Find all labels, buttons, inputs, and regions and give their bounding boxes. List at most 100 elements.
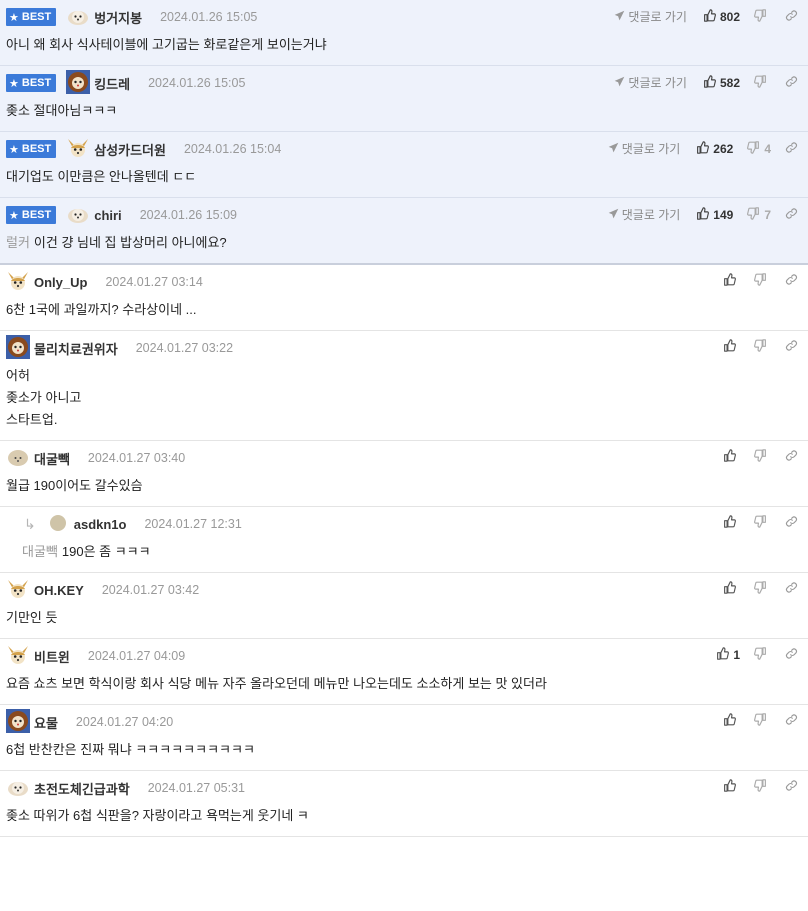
dislike-button[interactable] <box>754 339 771 355</box>
link-button[interactable] <box>785 713 798 729</box>
author-name[interactable]: 물리치료권위자 <box>34 339 118 358</box>
comment-text: 스타트업. <box>6 412 58 427</box>
like-button[interactable] <box>723 449 740 465</box>
author-name[interactable]: chiri <box>94 208 121 223</box>
go-to-comment-link[interactable]: 댓글로 가기 <box>608 206 680 223</box>
thumbs-up-icon <box>723 449 740 465</box>
author-name[interactable]: 대굴빽 <box>34 449 70 468</box>
thumbs-up-icon <box>723 515 740 531</box>
author-name[interactable]: 삼성카드더원 <box>94 140 166 159</box>
comment-text: 190은 좀 ㅋㅋㅋ <box>61 544 151 559</box>
thumbs-down-icon <box>754 515 771 531</box>
like-button[interactable]: 802 <box>703 8 740 25</box>
comment: 초전도체긴급과학 2024.01.27 05:31 좆소 따위가 6첩 식판을? 자… <box>0 771 808 837</box>
like-count: 802 <box>719 9 740 24</box>
like-button[interactable]: 262 <box>696 140 733 157</box>
star-icon: ★ <box>9 77 19 90</box>
dislike-button[interactable] <box>754 581 771 597</box>
link-button[interactable] <box>785 207 798 223</box>
link-icon <box>785 9 798 25</box>
author-name[interactable]: 킹드레 <box>94 74 130 93</box>
dislike-button[interactable] <box>754 449 771 465</box>
like-button[interactable] <box>723 713 740 729</box>
dislike-button[interactable]: 4 <box>747 140 771 157</box>
comment-text: 좆소 따위가 6첩 식판을? 자랑이라고 욕먹는게 웃기네 ㅋ <box>6 808 309 823</box>
thumbs-down-icon <box>754 8 771 25</box>
author-name[interactable]: Only_Up <box>34 275 87 290</box>
go-to-comment-link[interactable]: 댓글로 가기 <box>608 140 680 157</box>
author-name[interactable]: asdkn1o <box>74 517 127 532</box>
link-button[interactable] <box>785 75 798 91</box>
like-button[interactable]: 149 <box>696 206 733 223</box>
dislike-button[interactable] <box>754 779 771 795</box>
author-name[interactable]: 벙거지봉 <box>94 8 142 27</box>
comment-text: 월급 190이어도 갈수있슴 <box>6 478 143 493</box>
link-button[interactable] <box>785 9 798 25</box>
like-button[interactable] <box>723 581 740 597</box>
dislike-button[interactable] <box>754 713 771 729</box>
link-button[interactable] <box>785 581 798 597</box>
comment-line: 어허 <box>6 365 802 387</box>
mention[interactable]: 럴커 <box>6 235 30 250</box>
link-icon <box>785 75 798 91</box>
like-button[interactable] <box>723 515 740 531</box>
link-button[interactable] <box>785 779 798 795</box>
dislike-button[interactable] <box>754 515 771 531</box>
comment: 요물 2024.01.27 04:20 6첩 반찬칸은 진짜 뭐냐 ㅋㅋㅋㅋㅋㅋㅋㅋ… <box>0 705 808 771</box>
comment-actions <box>723 713 798 729</box>
avatar[interactable] <box>6 334 34 362</box>
avatar[interactable] <box>6 643 34 670</box>
link-icon <box>785 515 798 531</box>
dislike-button[interactable] <box>754 647 771 663</box>
link-button[interactable] <box>785 647 798 663</box>
go-to-comment-link[interactable]: 댓글로 가기 <box>614 8 687 25</box>
link-icon <box>785 141 798 157</box>
avatar[interactable] <box>66 4 94 31</box>
comment-header: 대굴빽 2024.01.27 03:40 <box>6 441 802 475</box>
go-to-comment-link[interactable]: 댓글로 가기 <box>614 74 687 91</box>
avatar[interactable] <box>6 445 34 472</box>
avatar[interactable] <box>66 202 94 229</box>
comment-body: 아니 왜 회사 식사테이블에 고기굽는 화로같은게 보이는거냐 <box>6 34 802 65</box>
avatar[interactable] <box>6 269 34 296</box>
avatar[interactable] <box>6 708 34 736</box>
comment-body: 6찬 1국에 과일까지? 수라상이네 ... <box>6 299 802 330</box>
dislike-button[interactable] <box>754 74 771 91</box>
link-button[interactable] <box>785 515 798 531</box>
avatar[interactable] <box>46 511 74 538</box>
link-icon <box>785 779 798 795</box>
like-button[interactable] <box>723 273 740 289</box>
like-button[interactable] <box>723 339 740 355</box>
dislike-button[interactable] <box>754 273 771 289</box>
link-button[interactable] <box>785 449 798 465</box>
avatar[interactable] <box>66 69 94 97</box>
author-name[interactable]: OH.KEY <box>34 583 84 598</box>
link-icon <box>785 207 798 223</box>
link-button[interactable] <box>785 273 798 289</box>
best-comment: ★ BEST 삼성카드더원 2024.01.26 15:04 댓글로 가기 262 4 대기업… <box>0 132 808 198</box>
comment-date: 2024.01.26 15:05 <box>148 76 246 90</box>
comment-actions: 1 <box>716 647 798 663</box>
author-name[interactable]: 초전도체긴급과학 <box>34 779 130 798</box>
comment-actions: 댓글로 가기 582 <box>614 74 798 91</box>
like-button[interactable]: 1 <box>716 647 740 663</box>
link-button[interactable] <box>785 141 798 157</box>
avatar[interactable] <box>66 136 94 163</box>
like-button[interactable]: 582 <box>703 74 740 91</box>
author-name[interactable]: 비트윈 <box>34 647 70 666</box>
thumbs-down-icon <box>754 74 771 91</box>
mention[interactable]: 대굴빽 <box>22 544 58 559</box>
thumbs-up-icon <box>703 8 720 25</box>
author-name[interactable]: 요물 <box>34 713 58 732</box>
comment-actions: 댓글로 가기 262 4 <box>608 140 798 157</box>
avatar[interactable] <box>6 577 34 604</box>
dislike-button[interactable]: 7 <box>747 206 771 223</box>
avatar[interactable] <box>6 775 34 802</box>
comment-text: 어허 <box>6 368 30 383</box>
best-badge: ★ BEST <box>6 8 57 26</box>
comment-date: 2024.01.27 03:40 <box>87 451 186 465</box>
dislike-button[interactable] <box>754 8 771 25</box>
link-button[interactable] <box>785 339 798 355</box>
like-button[interactable] <box>723 779 740 795</box>
comment-date: 2024.01.27 03:42 <box>101 583 200 597</box>
